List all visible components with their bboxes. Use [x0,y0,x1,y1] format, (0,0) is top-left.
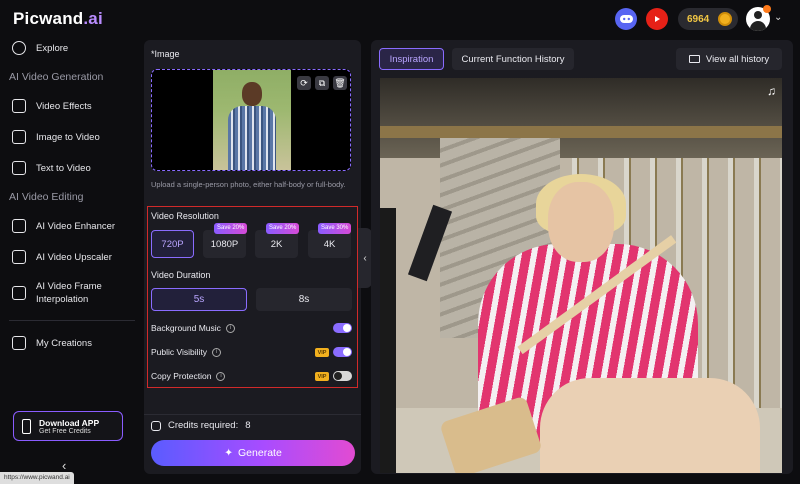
duration-8s[interactable]: 8s [256,288,352,311]
tab-inspiration[interactable]: Inspiration [379,48,444,70]
section-ai-video-generation: AI Video Generation [9,71,104,83]
option-background-music: Background Music i [151,323,235,333]
sidebar-item-text-to-video[interactable]: Text to Video [12,161,91,175]
sidebar-item-label: AI Video Enhancer [36,220,116,232]
duration-5s[interactable]: 5s [151,288,247,311]
sidebar-item-label: Image to Video [36,131,100,143]
download-app-button[interactable]: Download APP Get Free Credits [13,411,123,441]
image-label: *Image [151,49,180,59]
sparkle-icon: ✦ [224,447,234,459]
vip-badge: VIP [315,348,329,357]
notification-dot [763,5,771,13]
settings-panel: *Image ⟳ ⧉ 🗑 Upload a single-person phot… [144,40,361,474]
sidebar-item-explore[interactable]: Explore [12,41,68,55]
preview-panel: Inspiration Current Function History Vie… [371,40,793,474]
save-badge: Save 20% [214,223,248,234]
sidebar: Explore AI Video Generation Video Effect… [0,38,140,484]
video-resolution-label: Video Resolution [151,211,219,221]
panel-divider [144,414,361,415]
resolution-720p[interactable]: 720P [151,230,194,258]
vip-badge: VIP [315,372,329,381]
option-public-visibility: Public Visibility i [151,347,222,357]
video-duration-label: Video Duration [151,270,211,280]
crop-icon[interactable]: ⧉ [315,76,329,90]
sidebar-item-label: AI Video Upscaler [36,251,112,263]
credits-stack-icon [151,420,161,431]
sidebar-divider [9,320,135,321]
collapse-panel-handle[interactable]: ‹ [358,228,372,288]
sidebar-item-frame-interpolation[interactable]: AI Video Frame Interpolation [12,280,102,306]
credits-required: Credits required: 8 [151,420,251,431]
folder-icon [688,55,700,63]
delete-icon[interactable]: 🗑 [333,76,347,90]
enhance-icon [12,219,26,233]
sidebar-item-label: Explore [36,42,69,54]
rotate-icon[interactable]: ⟳ [297,76,311,90]
background-music-toggle[interactable] [333,323,352,333]
save-badge: Save 20% [266,223,300,234]
frame-icon [12,286,26,300]
chevron-down-icon[interactable]: ⌄ [774,12,782,23]
credits-value: 6964 [687,13,710,25]
inspiration-preview-image[interactable]: ♫ [380,78,782,473]
section-ai-video-editing: AI Video Editing [9,191,84,203]
discord-icon[interactable] [615,8,637,30]
resolution-1080p[interactable]: 1080P [203,230,246,258]
view-all-history-button[interactable]: View all history [676,48,782,70]
info-icon[interactable]: i [212,347,222,357]
option-copy-protection: Copy Protection i [151,371,226,381]
sidebar-item-video-upscaler[interactable]: AI Video Upscaler [12,250,112,264]
music-note-icon[interactable]: ♫ [767,84,776,98]
sidebar-item-video-enhancer[interactable]: AI Video Enhancer [12,219,115,233]
sidebar-item-image-to-video[interactable]: Image to Video [12,130,100,144]
sidebar-item-label: AI Video Frame Interpolation [36,281,102,305]
phone-icon [22,418,31,434]
save-badge: Save 30% [318,223,352,234]
sidebar-item-my-creations[interactable]: My Creations [12,336,92,350]
top-bar: Picwand.ai 6964 ⌄ [0,0,800,38]
upload-hint: Upload a single-person photo, either hal… [151,180,346,189]
collapse-sidebar-icon[interactable]: ‹ [62,458,66,473]
download-subtitle: Get Free Credits [39,427,91,435]
generate-button[interactable]: ✦ Generate [151,440,355,466]
text-icon [12,161,26,175]
tab-current-function-history[interactable]: Current Function History [452,48,574,70]
public-visibility-toggle[interactable] [333,347,352,357]
credits-balance[interactable]: 6964 [678,8,738,30]
resolution-2k[interactable]: 2K [255,230,298,258]
download-title: Download APP [39,417,100,428]
sidebar-item-label: My Creations [36,337,92,349]
image-upload-area[interactable]: ⟳ ⧉ 🗑 [151,69,351,171]
sparkle-icon [12,99,26,113]
upscale-icon [12,250,26,264]
picwand-logo[interactable]: Picwand.ai [13,9,103,29]
youtube-icon[interactable] [646,8,668,30]
sidebar-item-label: Video Effects [36,100,92,112]
coin-icon [718,12,732,26]
sidebar-item-video-effects[interactable]: Video Effects [12,99,92,113]
info-icon[interactable]: i [225,323,235,333]
resolution-4k[interactable]: 4K [308,230,351,258]
copy-protection-toggle[interactable] [333,371,352,381]
folder-icon [12,336,26,350]
sidebar-item-label: Text to Video [36,162,91,174]
info-icon[interactable]: i [216,371,226,381]
compass-icon [12,41,26,55]
status-bar-url: https://www.picwand.ai [0,472,74,484]
uploaded-photo [213,70,291,170]
image-icon [12,130,26,144]
